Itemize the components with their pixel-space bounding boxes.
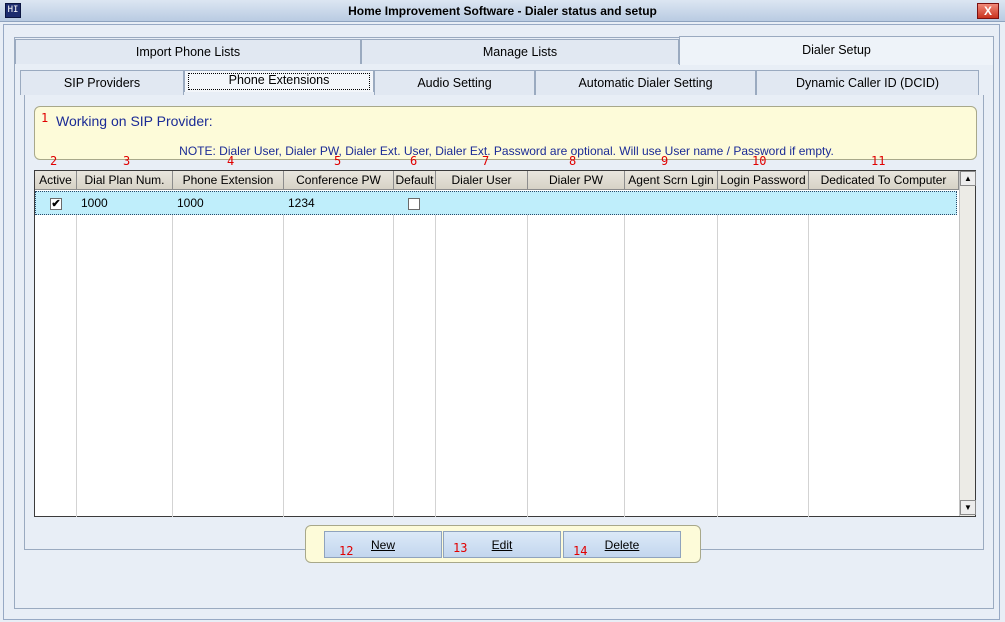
column-divider	[172, 215, 173, 517]
cell-login-password[interactable]	[718, 191, 722, 215]
column-divider	[808, 215, 809, 517]
cell-dialer-pw[interactable]	[528, 191, 532, 215]
tab-phone-extensions[interactable]: Phone Extensions	[184, 70, 374, 92]
column-header-active[interactable]: Active	[35, 171, 77, 190]
tab-automatic-dialer-setting[interactable]: Automatic Dialer Setting	[535, 70, 756, 95]
new-button-label: New	[370, 538, 395, 552]
annotation-label: 2	[50, 154, 58, 168]
sip-provider-heading: Working on SIP Provider:	[56, 113, 213, 129]
annotation-label: 9	[661, 154, 669, 168]
annotation-label: 1	[41, 111, 49, 125]
tab-manage-lists[interactable]: Manage Lists	[361, 39, 679, 64]
vertical-scrollbar[interactable]: ▲ ▼	[959, 171, 976, 516]
column-header-dialer-pw[interactable]: Dialer PW	[528, 171, 625, 190]
annotation-label: 4	[227, 154, 235, 168]
tab-audio-setting[interactable]: Audio Setting	[374, 70, 535, 95]
cell-dedicated-computer[interactable]	[809, 191, 813, 215]
cell-phone-extension[interactable]: 1000	[173, 191, 204, 215]
title-bar: HI Home Improvement Software - Dialer st…	[0, 0, 1005, 22]
column-header-agent-login[interactable]: Agent Scrn Lgin	[625, 171, 718, 190]
annotation-label: 7	[482, 154, 490, 168]
cell-agent-login[interactable]	[625, 191, 629, 215]
tab-dialer-setup[interactable]: Dialer Setup	[679, 36, 994, 65]
annotation-label: 12	[339, 544, 354, 558]
annotation-label: 3	[123, 154, 131, 168]
column-header-dialer-user[interactable]: Dialer User	[436, 171, 528, 190]
column-header-dial-plan[interactable]: Dial Plan Num.	[77, 171, 173, 190]
cell-dial-plan[interactable]: 1000	[77, 191, 108, 215]
column-header-phone-extension[interactable]: Phone Extension	[173, 171, 284, 190]
annotation-label: 5	[334, 154, 342, 168]
sip-provider-info-box: 1 Working on SIP Provider: NOTE: Dialer …	[34, 106, 977, 160]
focus-rectangle	[188, 73, 370, 90]
optional-fields-note: NOTE: Dialer User, Dialer PW, Dialer Ext…	[179, 144, 834, 158]
active-checkbox[interactable]: ✔	[50, 198, 62, 210]
column-divider	[717, 215, 718, 517]
tab-sip-providers[interactable]: SIP Providers	[20, 70, 184, 95]
extensions-grid[interactable]: Active Dial Plan Num. Phone Extension Co…	[34, 170, 976, 517]
tab-import-phone-lists[interactable]: Import Phone Lists	[15, 39, 361, 64]
column-divider	[527, 215, 528, 517]
default-checkbox[interactable]	[408, 198, 420, 210]
column-header-login-password[interactable]: Login Password	[718, 171, 809, 190]
column-divider	[76, 215, 77, 517]
annotation-label: 8	[569, 154, 577, 168]
cell-dialer-user[interactable]	[436, 191, 440, 215]
edit-button[interactable]: 13 Edit	[443, 531, 561, 558]
annotation-label: 11	[871, 154, 886, 168]
annotation-label: 14	[573, 544, 588, 558]
annotation-label: 6	[410, 154, 418, 168]
delete-button-label: Delete	[604, 538, 640, 552]
column-header-conference-pw[interactable]: Conference PW	[284, 171, 394, 190]
column-header-default[interactable]: Default	[394, 171, 436, 190]
action-button-bar: 12 New 13 Edit 14 Delete	[305, 525, 701, 563]
edit-button-label: Edit	[491, 538, 513, 552]
column-divider	[624, 215, 625, 517]
new-button[interactable]: 12 New	[324, 531, 442, 558]
annotation-label: 13	[453, 541, 468, 555]
scroll-up-arrow-icon[interactable]: ▲	[960, 171, 976, 186]
tab-dynamic-caller-id[interactable]: Dynamic Caller ID (DCID)	[756, 70, 979, 95]
column-divider	[283, 215, 284, 517]
column-divider	[435, 215, 436, 517]
scroll-down-arrow-icon[interactable]: ▼	[960, 500, 976, 515]
delete-button[interactable]: 14 Delete	[563, 531, 681, 558]
window-title: Home Improvement Software - Dialer statu…	[348, 4, 657, 18]
main-window: Import Phone Lists Manage Lists Dialer S…	[3, 24, 1000, 620]
close-button[interactable]: X	[977, 3, 999, 19]
annotation-label: 10	[752, 154, 767, 168]
column-divider	[393, 215, 394, 517]
column-header-dedicated-computer[interactable]: Dedicated To Computer	[809, 171, 959, 190]
cell-conference-pw[interactable]: 1234	[284, 191, 315, 215]
